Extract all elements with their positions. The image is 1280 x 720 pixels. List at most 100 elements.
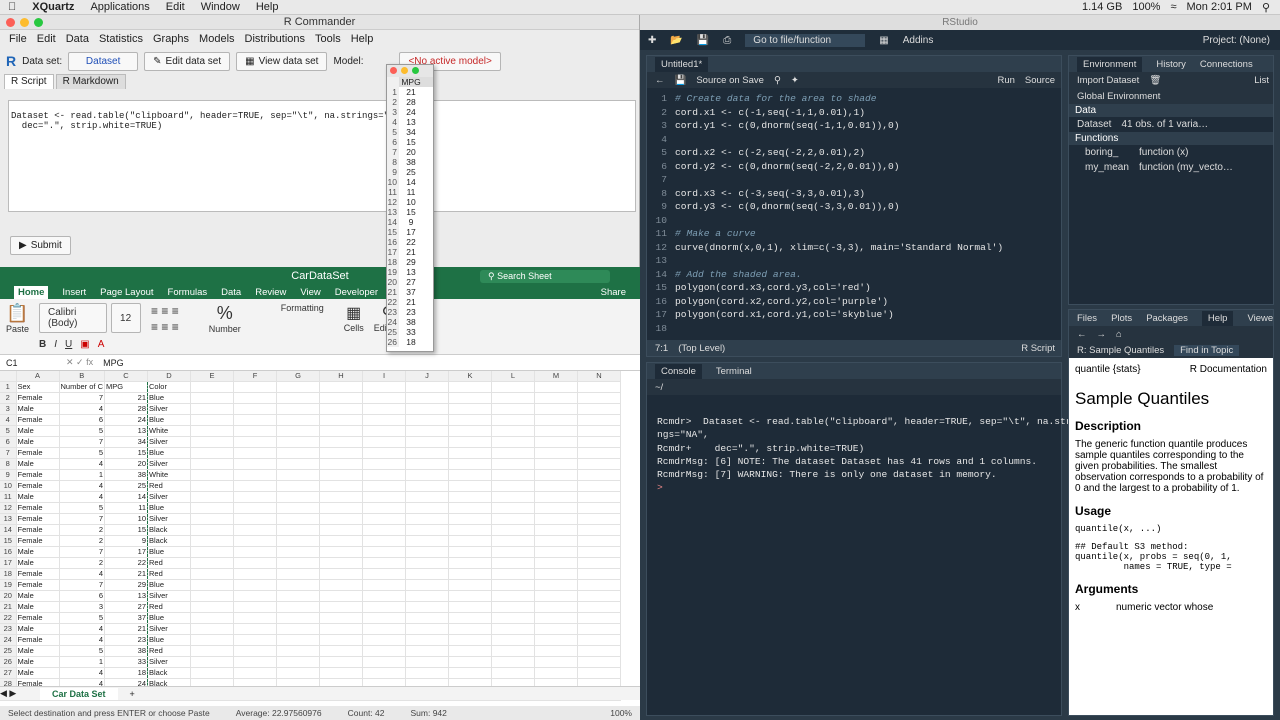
- cell[interactable]: [190, 480, 235, 493]
- cell[interactable]: 7: [59, 392, 106, 405]
- cell[interactable]: 9: [104, 535, 149, 548]
- cell[interactable]: [190, 447, 235, 460]
- list-item[interactable]: 8 38: [387, 157, 433, 167]
- cell[interactable]: 2: [59, 535, 106, 548]
- cell[interactable]: [190, 623, 235, 636]
- cell[interactable]: 1: [59, 656, 106, 669]
- cell[interactable]: Blue: [147, 392, 192, 405]
- cell[interactable]: [405, 502, 450, 515]
- cell[interactable]: [448, 491, 493, 504]
- cell[interactable]: [448, 579, 493, 592]
- cell[interactable]: [362, 612, 407, 625]
- cell[interactable]: [319, 579, 364, 592]
- row-header[interactable]: 8: [0, 458, 17, 471]
- cell[interactable]: Red: [147, 568, 192, 581]
- cell[interactable]: [405, 612, 450, 625]
- list-item[interactable]: 3 24: [387, 107, 433, 117]
- cell[interactable]: [448, 414, 493, 427]
- cell[interactable]: [405, 645, 450, 658]
- print-icon[interactable]: ⎙: [723, 35, 731, 46]
- edit-dataset-button[interactable]: ✎ Edit data set: [144, 51, 231, 71]
- cell[interactable]: [405, 623, 450, 636]
- cell[interactable]: [319, 502, 364, 515]
- cell[interactable]: 4: [59, 568, 106, 581]
- cell[interactable]: [491, 612, 536, 625]
- cell[interactable]: [190, 557, 235, 570]
- row-header[interactable]: 20: [0, 590, 17, 603]
- cell[interactable]: [577, 491, 622, 504]
- cell[interactable]: [534, 414, 579, 427]
- cell[interactable]: [233, 568, 278, 581]
- cell[interactable]: [491, 469, 536, 482]
- tab-history[interactable]: History: [1156, 59, 1186, 70]
- save-icon[interactable]: 💾: [697, 35, 709, 46]
- cell[interactable]: [491, 403, 536, 416]
- cell[interactable]: [534, 436, 579, 449]
- cell[interactable]: Male: [16, 403, 60, 416]
- row-header[interactable]: 12: [0, 502, 17, 515]
- save-icon[interactable]: 💾: [675, 75, 687, 86]
- cell[interactable]: [190, 414, 235, 427]
- cell[interactable]: 21: [104, 623, 149, 636]
- cell[interactable]: [491, 601, 536, 614]
- cell[interactable]: [362, 601, 407, 614]
- cell[interactable]: Female: [16, 612, 60, 625]
- list-item[interactable]: 26 18: [387, 337, 433, 347]
- cell[interactable]: [491, 579, 536, 592]
- conditional-formatting[interactable]: Formatting: [281, 303, 324, 313]
- cell[interactable]: Male: [16, 623, 60, 636]
- cell[interactable]: 5: [59, 645, 106, 658]
- close-button[interactable]: [390, 67, 397, 74]
- cell[interactable]: [448, 535, 493, 548]
- cell[interactable]: [405, 381, 450, 394]
- cell[interactable]: [190, 458, 235, 471]
- cell[interactable]: [319, 645, 364, 658]
- cell[interactable]: [362, 491, 407, 504]
- column-header[interactable]: E: [190, 371, 235, 383]
- sheet-tab-car-data-set[interactable]: Car Data Set: [40, 687, 118, 700]
- cell[interactable]: 37: [104, 612, 149, 625]
- cell[interactable]: [405, 414, 450, 427]
- list-item[interactable]: 12 10: [387, 197, 433, 207]
- import-dataset-button[interactable]: Import Dataset: [1077, 75, 1139, 86]
- cell[interactable]: 13: [104, 425, 149, 438]
- cell[interactable]: Blue: [147, 414, 192, 427]
- cell[interactable]: 2: [59, 557, 106, 570]
- cell[interactable]: [190, 601, 235, 614]
- cell[interactable]: [405, 436, 450, 449]
- cell[interactable]: 24: [104, 414, 149, 427]
- cell[interactable]: [190, 502, 235, 515]
- cell[interactable]: [319, 546, 364, 559]
- cell[interactable]: [577, 469, 622, 482]
- cell[interactable]: [276, 612, 321, 625]
- grid-icon[interactable]: ▦: [879, 35, 888, 46]
- row-header[interactable]: 6: [0, 436, 17, 449]
- row-header[interactable]: 3: [0, 403, 17, 416]
- cell[interactable]: 4: [59, 491, 106, 504]
- font-size-select[interactable]: 12: [111, 303, 142, 333]
- cell[interactable]: [534, 403, 579, 416]
- help-topic-selector[interactable]: R: Sample Quantiles: [1077, 345, 1164, 356]
- cell[interactable]: [405, 601, 450, 614]
- cell[interactable]: Red: [147, 645, 192, 658]
- cell[interactable]: [577, 381, 622, 394]
- cell[interactable]: Blue: [147, 447, 192, 460]
- cell[interactable]: Black: [147, 524, 192, 537]
- cell[interactable]: [491, 645, 536, 658]
- cell[interactable]: [448, 667, 493, 680]
- cell[interactable]: [233, 601, 278, 614]
- cell[interactable]: [577, 480, 622, 493]
- cell[interactable]: [362, 557, 407, 570]
- spreadsheet-grid[interactable]: A B C D E F G H I J K L M N 1 Sex Number of C MPG Color 2 Fe…: [0, 371, 622, 702]
- cell[interactable]: 5: [59, 447, 106, 460]
- cell[interactable]: [233, 480, 278, 493]
- row-header[interactable]: 4: [0, 414, 17, 427]
- cell[interactable]: [405, 524, 450, 537]
- cell[interactable]: 5: [59, 425, 106, 438]
- cell[interactable]: [276, 480, 321, 493]
- cell[interactable]: 4: [59, 403, 106, 416]
- cell[interactable]: Male: [16, 436, 60, 449]
- list-item[interactable]: 24 38: [387, 317, 433, 327]
- cell[interactable]: 7: [59, 436, 106, 449]
- cell[interactable]: [362, 656, 407, 669]
